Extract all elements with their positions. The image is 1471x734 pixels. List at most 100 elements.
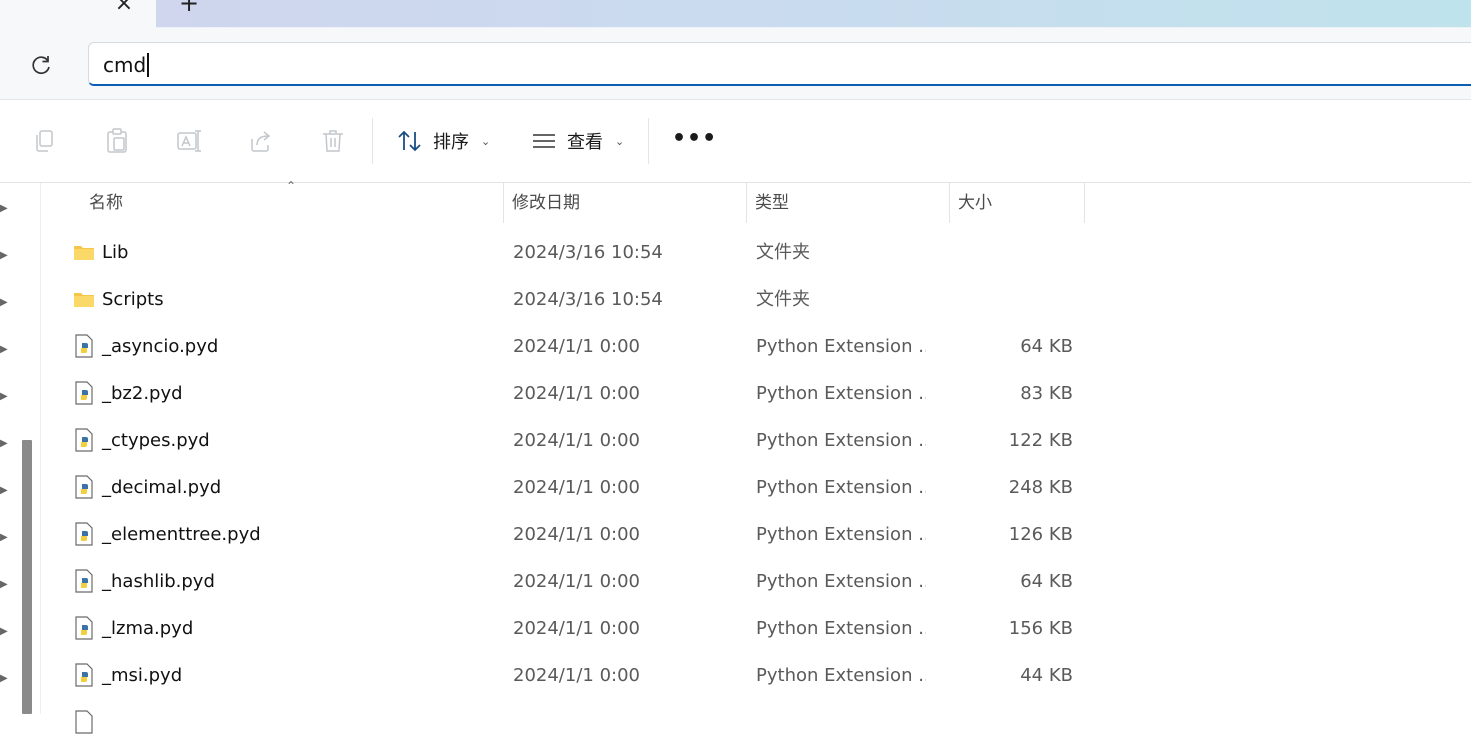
file-size: 64 KB (1020, 571, 1073, 592)
folder-icon (74, 246, 94, 260)
active-tab[interactable]: × (0, 0, 156, 28)
file-modified: 2024/1/1 0:00 (513, 665, 640, 686)
file-type: 文件夹 (756, 242, 810, 263)
python-file-icon (75, 475, 93, 499)
file-modified: 2024/3/16 10:54 (513, 242, 663, 263)
command-separator (648, 118, 649, 164)
file-row[interactable]: _msi.pyd 2024/1/1 0:00 Python Extension … (41, 652, 1471, 699)
file-modified: 2024/1/1 0:00 (513, 477, 640, 498)
python-file-icon (75, 381, 93, 405)
paste-icon[interactable] (104, 127, 130, 155)
nav-scrollbar-thumb[interactable] (22, 440, 32, 714)
file-modified: 2024/1/1 0:00 (513, 430, 640, 451)
nav-expand-icon[interactable]: ▶ (0, 579, 8, 591)
share-icon[interactable] (248, 127, 274, 155)
file-size: 44 KB (1020, 665, 1073, 686)
command-bar: 排序 ⌄ 查看 ⌄ ••• (0, 100, 1471, 183)
nav-expand-icon[interactable]: ▶ (0, 250, 8, 262)
file-row[interactable]: Scripts 2024/3/16 10:54 文件夹 (41, 276, 1471, 323)
file-type: Python Extension ... (756, 336, 926, 357)
column-divider[interactable] (1084, 183, 1085, 223)
nav-expand-icon[interactable]: ▶ (0, 297, 8, 309)
file-row[interactable]: _elementtree.pyd 2024/1/1 0:00 Python Ex… (41, 511, 1471, 558)
file-row[interactable]: _hashlib.pyd 2024/1/1 0:00 Python Extens… (41, 558, 1471, 605)
nav-expand-icon[interactable]: ▶ (0, 391, 8, 403)
python-file-icon (75, 428, 93, 452)
file-type: Python Extension ... (756, 665, 926, 686)
view-button[interactable]: 查看 ⌄ (531, 122, 624, 160)
file-type: Python Extension ... (756, 477, 926, 498)
chevron-down-icon: ⌄ (481, 134, 491, 148)
file-row[interactable]: Lib 2024/3/16 10:54 文件夹 (41, 229, 1471, 276)
file-size: 64 KB (1020, 336, 1073, 357)
column-header-modified[interactable]: 修改日期 (504, 183, 746, 223)
sort-icon (398, 130, 421, 152)
file-name: _decimal.pyd (102, 477, 222, 498)
column-header-name[interactable]: 名称 (81, 183, 503, 223)
file-size (961, 276, 1073, 323)
python-file-icon (75, 334, 93, 358)
file-name: Lib (102, 242, 129, 263)
file-type: Python Extension ... (756, 618, 926, 639)
delete-icon[interactable] (320, 127, 346, 155)
python-file-icon (75, 663, 93, 687)
file-name: _bz2.pyd (102, 383, 183, 404)
file-name: _lzma.pyd (102, 618, 194, 639)
column-header-type[interactable]: 类型 (747, 183, 949, 223)
nav-expand-icon[interactable]: ▶ (0, 532, 8, 544)
file-row[interactable]: _lzma.pyd 2024/1/1 0:00 Python Extension… (41, 605, 1471, 652)
python-file-icon (75, 569, 93, 593)
tab-strip-background (156, 0, 1471, 27)
rename-icon[interactable] (176, 127, 202, 155)
nav-expand-icon[interactable]: ▶ (0, 485, 8, 497)
file-name: _asyncio.pyd (102, 336, 219, 357)
python-file-icon (75, 522, 93, 546)
new-tab-button[interactable]: + (177, 0, 201, 15)
column-header-size[interactable]: 大小 (950, 183, 1084, 223)
file-type: 文件夹 (756, 289, 810, 310)
file-name: Scripts (102, 289, 164, 310)
command-separator (372, 118, 373, 164)
copy-icon[interactable] (32, 127, 58, 155)
file-size: 122 KB (1008, 430, 1073, 451)
file-type: Python Extension ... (756, 383, 926, 404)
chevron-down-icon: ⌄ (615, 134, 625, 148)
file-size: 83 KB (1020, 383, 1073, 404)
view-list-icon (533, 134, 555, 148)
file-name: _hashlib.pyd (102, 571, 215, 592)
file-modified: 2024/1/1 0:00 (513, 571, 640, 592)
nav-expand-icon[interactable]: ▶ (0, 438, 8, 450)
file-size: 248 KB (1008, 477, 1073, 498)
navigation-pane: ▶ ▶ ▶ ▶ ▶ ▶ ▶ ▶ ▶ ▶ ▶ (0, 183, 40, 714)
file-size (961, 229, 1073, 276)
file-type: Python Extension ... (756, 524, 926, 545)
more-icon[interactable]: ••• (672, 124, 716, 154)
file-name: _elementtree.pyd (102, 524, 261, 545)
file-modified: 2024/3/16 10:54 (513, 289, 663, 310)
file-row[interactable] (41, 699, 1471, 734)
file-row[interactable]: _ctypes.pyd 2024/1/1 0:00 Python Extensi… (41, 417, 1471, 464)
address-row: cmd (0, 28, 1471, 100)
file-modified: 2024/1/1 0:00 (513, 336, 640, 357)
refresh-icon[interactable] (28, 52, 54, 78)
sort-label: 排序 (433, 132, 469, 153)
nav-expand-icon[interactable]: ▶ (0, 626, 8, 638)
file-type: Python Extension ... (756, 430, 926, 451)
text-caret (147, 53, 150, 77)
nav-expand-icon[interactable]: ▶ (0, 344, 8, 356)
folder-icon (74, 293, 94, 307)
python-file-icon (75, 616, 93, 640)
sort-button[interactable]: 排序 ⌄ (397, 122, 490, 160)
file-row[interactable]: _bz2.pyd 2024/1/1 0:00 Python Extension … (41, 370, 1471, 417)
view-label: 查看 (567, 132, 603, 153)
close-tab-icon[interactable]: × (112, 0, 136, 16)
nav-expand-icon[interactable]: ▶ (0, 203, 8, 215)
column-header-row: ⌃ 名称 修改日期 类型 大小 (41, 179, 1471, 223)
address-input[interactable]: cmd (88, 42, 1471, 86)
file-modified: 2024/1/1 0:00 (513, 618, 640, 639)
nav-expand-icon[interactable]: ▶ (0, 673, 8, 685)
address-input-value: cmd (103, 53, 147, 77)
file-row[interactable]: _decimal.pyd 2024/1/1 0:00 Python Extens… (41, 464, 1471, 511)
file-row[interactable]: _asyncio.pyd 2024/1/1 0:00 Python Extens… (41, 323, 1471, 370)
tab-strip: × + (0, 0, 1471, 28)
